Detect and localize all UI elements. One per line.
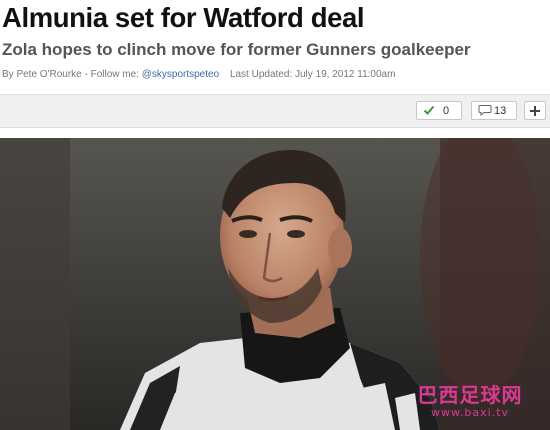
like-button[interactable]: 0: [416, 101, 462, 120]
article-action-bar: 0 13: [0, 94, 550, 128]
add-button[interactable]: [524, 101, 546, 120]
site-watermark: 巴西足球网 www.baxi.tv: [405, 384, 535, 419]
comment-count: 13: [494, 105, 507, 117]
watermark-title: 巴西足球网: [417, 383, 523, 407]
check-icon: [423, 104, 435, 119]
watermark-url: www.baxi.tv: [430, 406, 510, 419]
plus-icon: [529, 105, 541, 120]
article-subheadline: Zola hopes to clinch move for former Gun…: [2, 40, 471, 59]
speech-bubble-icon: [478, 104, 492, 119]
byline-author: By Pete O'Rourke - Follow me:: [2, 69, 139, 80]
comments-button[interactable]: 13: [471, 101, 517, 120]
byline: By Pete O'Rourke - Follow me: @skysports…: [2, 69, 395, 80]
like-count: 0: [443, 105, 450, 117]
article-headline: Almunia set for Watford deal: [2, 2, 365, 33]
last-updated: Last Updated: July 19, 2012 11:00am: [229, 69, 396, 80]
author-twitter-link[interactable]: @skysportspeteo: [142, 69, 219, 80]
